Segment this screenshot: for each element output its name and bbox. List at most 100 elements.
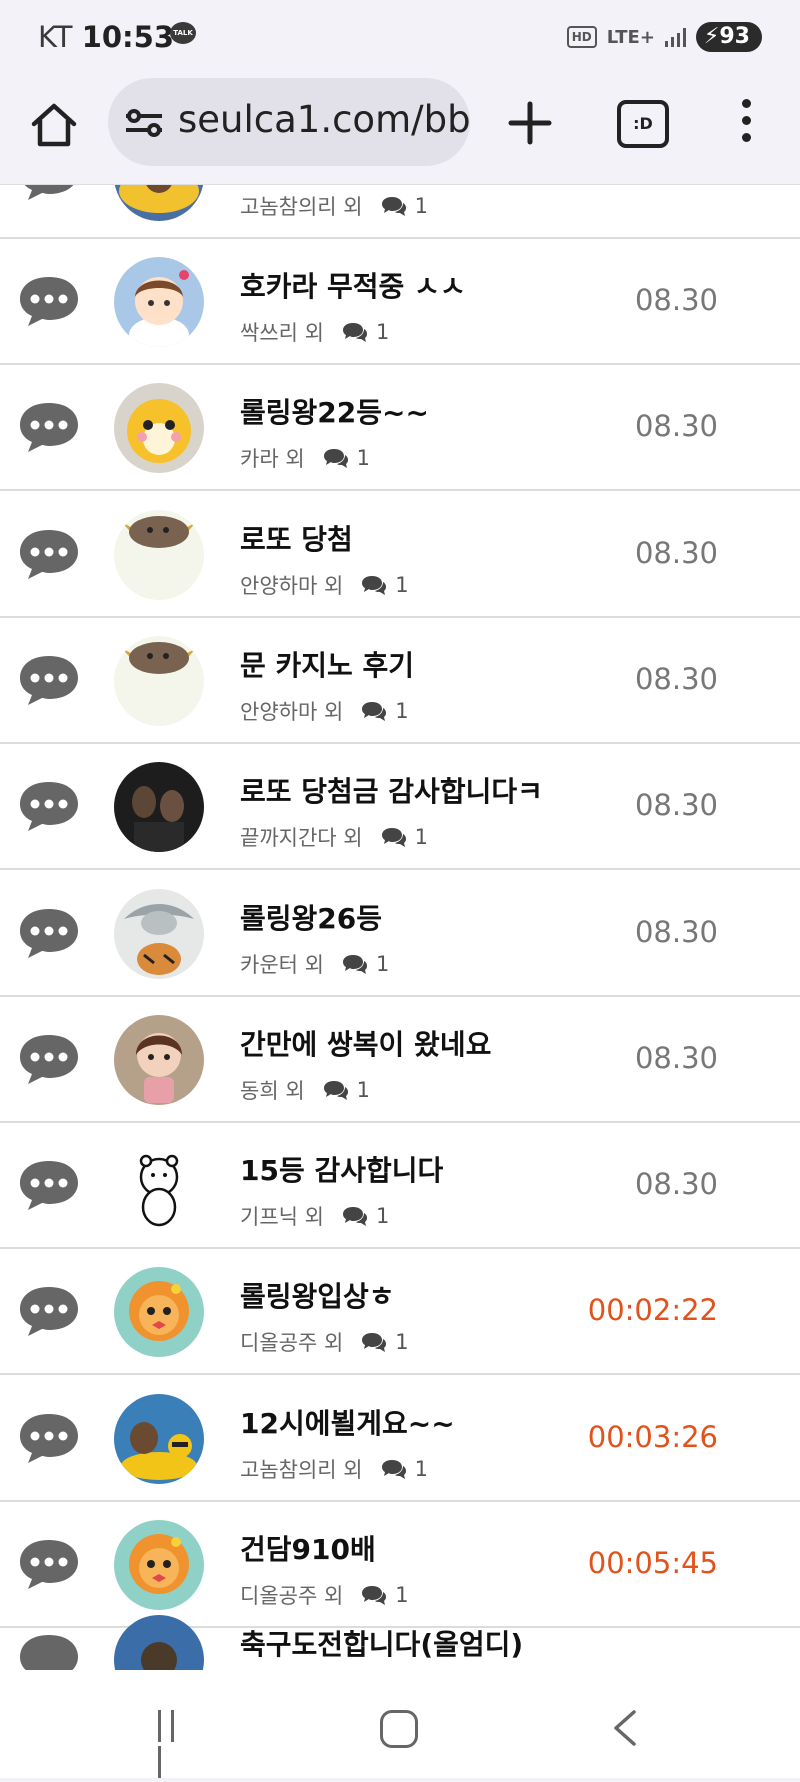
tab-switcher-button[interactable]: :D <box>617 100 669 148</box>
author-name: 기프닉 외 <box>240 1205 324 1230</box>
author-name: 고놈참의리 외 <box>240 1457 363 1482</box>
author-name: 카운터 외 <box>240 952 324 977</box>
hd-voice-icon: HD <box>566 26 597 48</box>
avatar <box>114 383 204 474</box>
browser-toolbar: seulca1.com/bb :D <box>0 72 800 185</box>
comment-icon <box>381 1459 406 1479</box>
chat-bubble-icon <box>20 1287 78 1337</box>
home-icon[interactable] <box>28 100 80 152</box>
post-meta: 동희 외 1 <box>240 1075 370 1105</box>
avatar <box>114 1014 204 1105</box>
list-item[interactable]: 롤링왕입상ㅎ 디올공주 외 1 00:02:22 <box>0 1249 800 1376</box>
comment-icon <box>342 1207 367 1227</box>
chat-bubble-icon <box>20 1540 78 1589</box>
list-item[interactable]: 로또 당첨금 감사합니다ㅋ 끝까지간다 외 1 08.30 <box>0 744 800 871</box>
comment-count: 1 <box>375 951 390 976</box>
author-name: 동희 외 <box>240 1078 305 1103</box>
post-meta: 카운터 외 1 <box>240 949 389 979</box>
post-meta: 기프닉 외 1 <box>240 1201 389 1231</box>
post-meta: 고놈참의리 외 1 <box>240 191 428 221</box>
post-meta: 고놈참의리 외 1 <box>240 1454 428 1484</box>
list-item-partial-top[interactable]: 고놈참의리 외 1 <box>0 185 800 239</box>
post-meta: 디올공주 외 1 <box>240 1327 409 1357</box>
post-meta: 싹쓰리 외 1 <box>240 317 389 347</box>
comment-count: 1 <box>375 1204 390 1229</box>
comment-icon <box>362 575 387 595</box>
comment-icon <box>323 1080 348 1100</box>
chat-bubble-icon <box>20 277 78 326</box>
kakaotalk-notification-icon: TALK <box>170 22 196 44</box>
comment-count: 1 <box>375 320 390 344</box>
comment-count: 1 <box>414 194 428 218</box>
carrier-label: KT <box>38 20 73 54</box>
post-date: 08.30 <box>634 1040 718 1075</box>
carrier-time: KT 10:53 <box>38 20 174 54</box>
list-item-partial-bottom[interactable]: 축구도전합니다(올엄디) <box>0 1597 800 1670</box>
new-tab-icon[interactable] <box>505 98 555 148</box>
post-title[interactable]: 15등 감사합니다 <box>240 1149 443 1189</box>
post-meta: 안양하마 외 1 <box>240 696 409 726</box>
list-item[interactable]: 15등 감사합니다기프닉 외 1 08.30 <box>0 1123 800 1250</box>
author-name: 안양하마 외 <box>240 573 344 598</box>
battery-level: 93 <box>719 24 750 49</box>
chat-bubble-icon <box>24 185 74 200</box>
post-date: 00:05:45 <box>587 1546 718 1580</box>
list-item[interactable]: 롤링왕26등 카운터 외 1 08.30 <box>0 871 800 997</box>
avatar <box>114 185 204 221</box>
post-title[interactable]: 롤링왕26등 <box>240 897 382 937</box>
chat-bubble-icon <box>20 1034 78 1084</box>
list-item[interactable]: 호카라 무적중 ㅅㅅ 싹쓰리 외 1 08.30 <box>0 239 800 365</box>
post-title[interactable]: 12시에뵐게요~~ <box>240 1402 455 1442</box>
comment-icon <box>342 954 367 974</box>
post-title[interactable]: 문 카지노 후기 <box>240 644 414 684</box>
comment-count: 1 <box>356 446 371 471</box>
post-title[interactable]: 로또 당첨 <box>240 518 353 558</box>
author-name: 싹쓰리 외 <box>240 321 324 345</box>
post-title[interactable]: 롤링왕22등~~ <box>240 391 429 431</box>
list-item[interactable]: 문 카지노 후기 안양하마 외 1 08.30 <box>0 618 800 744</box>
comment-count: 1 <box>395 1330 409 1355</box>
back-button[interactable] <box>610 1708 640 1748</box>
avatar <box>114 1615 204 1670</box>
post-meta: 끝까지간다 외 1 <box>240 822 428 852</box>
url-text[interactable]: seulca1.com/bb <box>178 98 470 141</box>
chat-bubble-icon <box>20 529 78 579</box>
post-date: 00:02:22 <box>587 1293 718 1328</box>
avatar <box>114 762 204 853</box>
comment-icon <box>362 1333 387 1353</box>
network-type: LTE+ <box>606 26 655 48</box>
post-date: 08.30 <box>634 788 718 823</box>
list-item[interactable]: 12시에뵐게요~~ 고놈참의리 외 1 00:03:26 <box>0 1376 800 1502</box>
comment-count: 1 <box>356 1077 371 1102</box>
post-title[interactable]: 롤링왕입상ㅎ <box>240 1275 395 1315</box>
author-name: 끝까지간다 외 <box>240 826 363 851</box>
post-date: 08.30 <box>634 1167 718 1202</box>
site-settings-icon[interactable] <box>124 108 164 138</box>
comment-count: 1 <box>395 698 409 723</box>
post-title[interactable]: 로또 당첨금 감사합니다ㅋ <box>240 770 543 810</box>
system-nav-bar <box>0 1670 800 1778</box>
post-title[interactable]: 건담910배 <box>240 1528 376 1568</box>
home-button[interactable] <box>380 1710 418 1748</box>
author-name: 고놈참의리 외 <box>240 195 363 219</box>
list-item[interactable]: 롤링왕22등~~ 카라 외 1 08.30 <box>0 365 800 492</box>
address-bar[interactable]: seulca1.com/bb <box>108 78 470 166</box>
recent-apps-button[interactable] <box>158 1710 192 1778</box>
list-item[interactable]: 로또 당첨 안양하마 외 1 08.30 <box>0 492 800 618</box>
more-menu-icon[interactable] <box>733 96 759 156</box>
post-list: 고놈참의리 외 1 호카라 무적중 ㅅㅅ 싹쓰리 외 1 08.30 롤링왕22등~~ 카라… <box>0 185 800 1670</box>
chat-bubble-icon <box>20 908 78 958</box>
post-title[interactable]: 축구도전합니다(올엄디) <box>240 1623 523 1663</box>
comment-icon <box>381 197 406 216</box>
post-meta: 카라 외 1 <box>240 443 370 473</box>
clock: 10:53 <box>81 20 175 54</box>
author-name: 안양하마 외 <box>240 699 344 724</box>
post-title[interactable]: 간만에 쌍복이 왔네요 <box>240 1023 491 1063</box>
comment-icon <box>362 701 387 721</box>
status-icons: HD LTE+ ⚡93 <box>566 22 762 52</box>
signal-icon <box>664 27 686 47</box>
chat-bubble-icon <box>20 1635 78 1670</box>
author-name: 디올공주 외 <box>240 1331 344 1356</box>
list-item[interactable]: 간만에 쌍복이 왔네요동희 외 1 08.30 <box>0 997 800 1123</box>
post-title[interactable]: 호카라 무적중 ㅅㅅ <box>240 265 466 305</box>
